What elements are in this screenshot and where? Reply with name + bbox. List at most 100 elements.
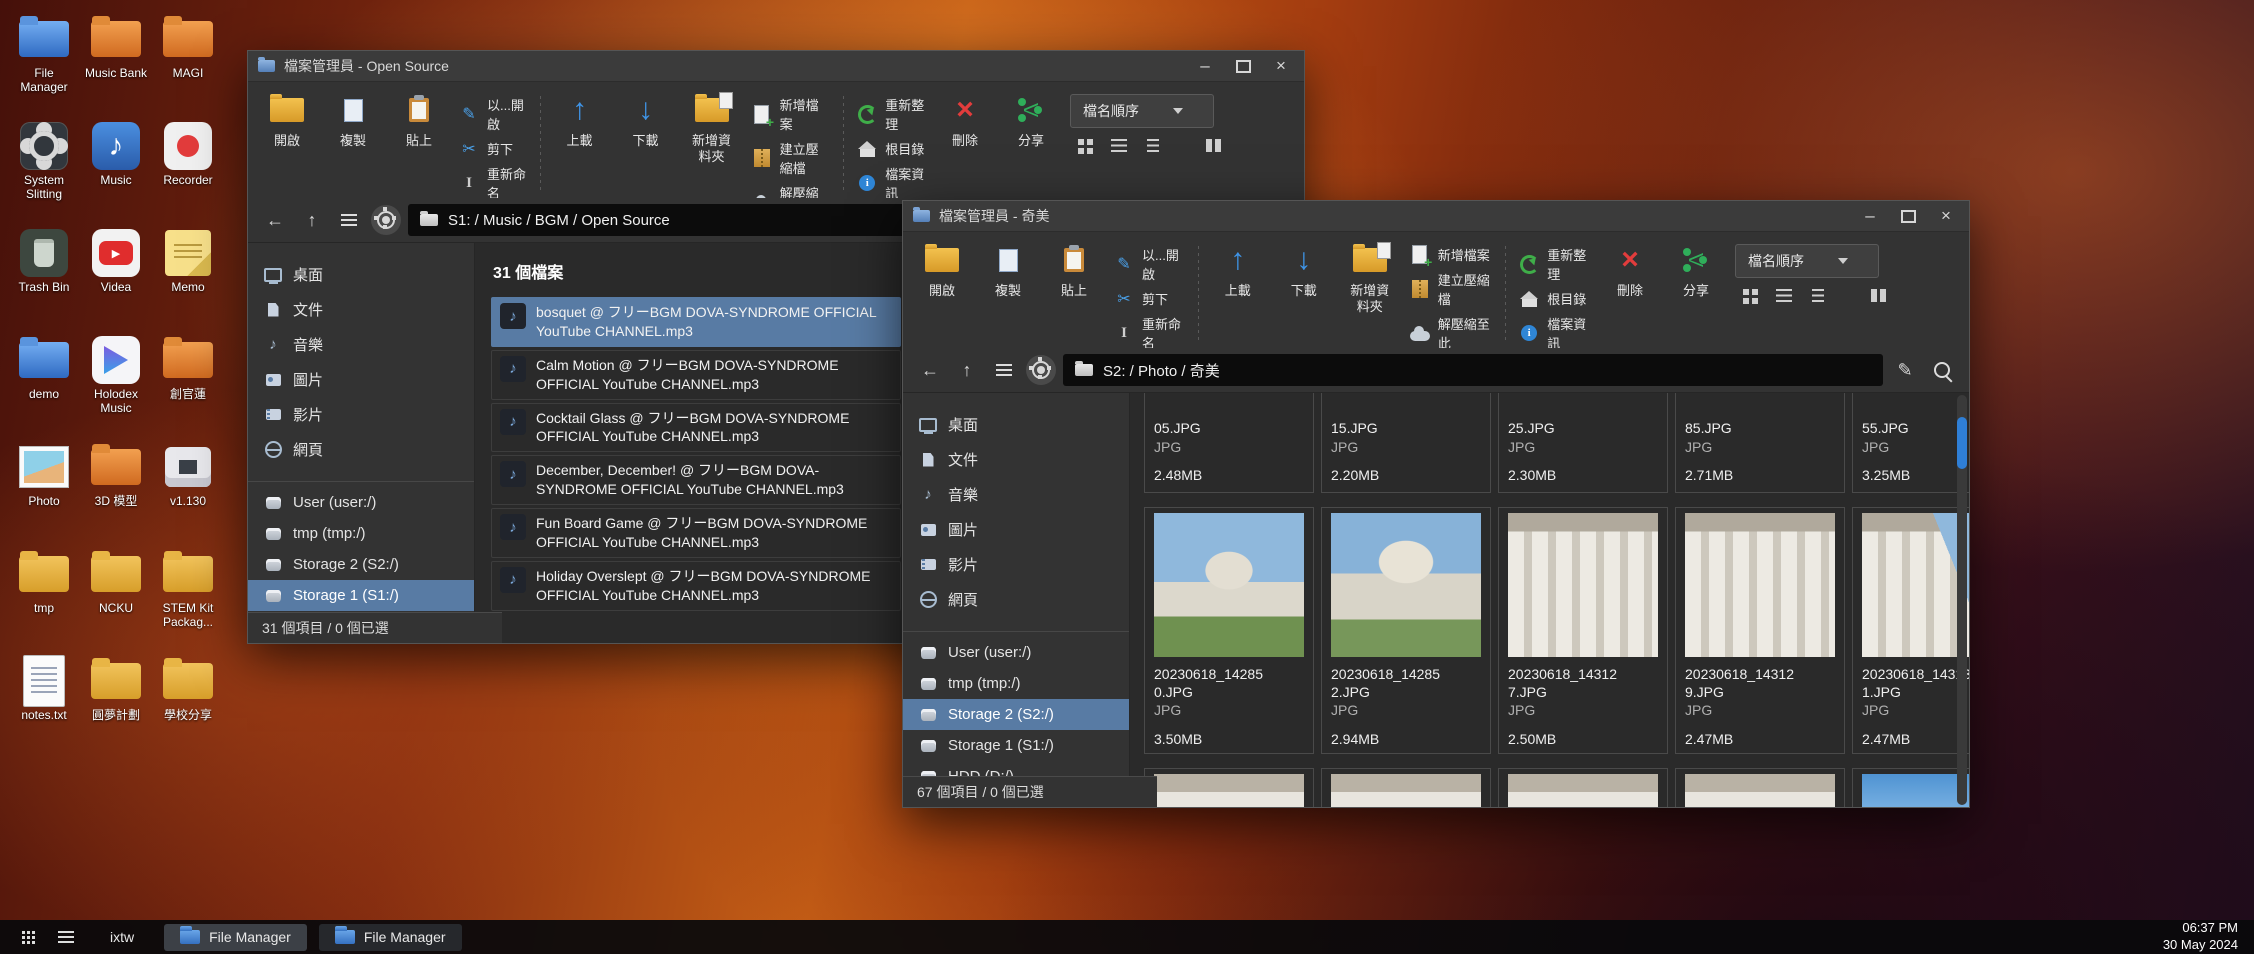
desktop-icon[interactable]: 圓夢計劃 <box>80 654 152 761</box>
cut-button[interactable]: ✂ 剪下 <box>1113 289 1186 308</box>
desktop-icon[interactable]: Music <box>80 119 152 226</box>
sidebar-item[interactable]: User (user:/) <box>248 481 474 518</box>
up-button[interactable]: ↑ <box>952 355 982 385</box>
create-archive-button[interactable]: 建立壓縮檔 <box>751 139 832 177</box>
minimize-button[interactable]: – <box>1186 53 1224 79</box>
scrollbar[interactable] <box>1957 395 1967 805</box>
file-row[interactable]: December, December! @ フリーBGM DOVA-SYNDRO… <box>491 455 901 505</box>
close-button[interactable]: × <box>1262 53 1300 79</box>
create-archive-button[interactable]: 建立壓縮檔 <box>1409 270 1494 308</box>
file-row[interactable]: Holiday Overslept @ フリーBGM DOVA-SYNDROME… <box>491 561 901 611</box>
clock[interactable]: 06:37 PM 30 May 2024 <box>2163 920 2242 954</box>
open-with-button[interactable]: ✎ 以...開啟 <box>1113 245 1186 283</box>
file-row[interactable]: Fun Board Game @ フリーBGM DOVA-SYNDROME OF… <box>491 508 901 558</box>
desktop-icon[interactable]: STEM Kit Packag... <box>152 547 224 654</box>
photo-item-partial[interactable]: 85.JPG JPG 2.71MB <box>1675 393 1845 493</box>
sort-order-dropdown[interactable]: 檔名順序 <box>1070 94 1214 128</box>
sidebar-item[interactable]: 影片 <box>248 397 474 432</box>
sidebar-item[interactable]: Storage 1 (S1:/) <box>903 730 1129 761</box>
photo-item-partial[interactable] <box>1321 768 1491 807</box>
new-folder-button[interactable]: 新增資料夾 <box>685 90 739 166</box>
share-button[interactable]: 分享 <box>1004 90 1058 149</box>
desktop-icon[interactable]: tmp <box>8 547 80 654</box>
view-columns-button[interactable] <box>1204 138 1222 153</box>
desktop-icon[interactable]: 3D 模型 <box>80 440 152 547</box>
desktop-icon[interactable]: Photo <box>8 440 80 547</box>
up-button[interactable]: ↑ <box>297 205 327 235</box>
paste-button[interactable]: 貼上 <box>1047 240 1101 299</box>
view-compact-button[interactable] <box>1809 288 1827 303</box>
open-button[interactable]: 開啟 <box>915 240 969 299</box>
sidebar-item[interactable]: 網頁 <box>903 582 1129 617</box>
sort-order-dropdown[interactable]: 檔名順序 <box>1735 244 1879 278</box>
desktop-icon[interactable]: notes.txt <box>8 654 80 761</box>
root-button[interactable]: 根目錄 <box>1518 289 1591 308</box>
file-info-button[interactable]: 檔案資訊 <box>1518 314 1591 348</box>
desktop-icon[interactable]: Memo <box>152 226 224 333</box>
back-button[interactable]: ← <box>260 205 290 235</box>
desktop-icon[interactable]: Videa <box>80 226 152 333</box>
sidebar-item[interactable]: 網頁 <box>248 432 474 467</box>
cut-button[interactable]: ✂ 剪下 <box>458 139 528 158</box>
sidebar-item[interactable]: 桌面 <box>903 407 1129 442</box>
download-button[interactable]: ↓ 下載 <box>619 90 673 149</box>
rename-button[interactable]: I 重新命名 <box>1113 314 1186 348</box>
desktop-icon[interactable]: 創官蓮 <box>152 333 224 440</box>
view-columns-button[interactable] <box>1869 288 1887 303</box>
refresh-button[interactable]: 重新整理 <box>1518 245 1591 283</box>
file-row[interactable]: Cocktail Glass @ フリーBGM DOVA-SYNDROME OF… <box>491 403 901 453</box>
sidebar-item[interactable]: 圖片 <box>248 362 474 397</box>
close-button[interactable]: × <box>1927 203 1965 229</box>
copy-button[interactable]: 複製 <box>981 240 1035 299</box>
open-button[interactable]: 開啟 <box>260 90 314 149</box>
sidebar-item[interactable]: 文件 <box>903 442 1129 477</box>
titlebar[interactable]: 檔案管理員 - Open Source – × <box>248 51 1304 82</box>
sidebar-item[interactable]: 桌面 <box>248 257 474 292</box>
desktop-icon[interactable]: demo <box>8 333 80 440</box>
photo-item-partial[interactable]: 05.JPG JPG 2.48MB <box>1144 393 1314 493</box>
photo-item-partial[interactable] <box>1498 768 1668 807</box>
upload-button[interactable]: ↑ 上載 <box>553 90 607 149</box>
rename-button[interactable]: I 重新命名 <box>458 164 528 198</box>
photo-item[interactable]: 20230618_14312 7.JPG JPG 2.50MB <box>1498 507 1668 754</box>
desktop-icon[interactable]: Trash Bin <box>8 226 80 333</box>
file-info-button[interactable]: 檔案資訊 <box>856 164 926 198</box>
file-row[interactable]: bosquet @ フリーBGM DOVA-SYNDROME OFFICIAL … <box>491 297 901 347</box>
photo-item[interactable]: 20230618_14312 9.JPG JPG 2.47MB <box>1675 507 1845 754</box>
titlebar[interactable]: 檔案管理員 - 奇美 – × <box>903 201 1969 232</box>
desktop-icon[interactable]: MAGI <box>152 12 224 119</box>
view-list-button[interactable] <box>1775 288 1793 303</box>
new-file-button[interactable]: 新增檔案 <box>1409 245 1494 264</box>
view-compact-button[interactable] <box>1144 138 1162 153</box>
settings-button[interactable] <box>1026 355 1056 385</box>
download-button[interactable]: ↓ 下載 <box>1277 240 1331 299</box>
sidebar-item[interactable]: tmp (tmp:/) <box>248 518 474 549</box>
scrollbar-thumb[interactable] <box>1957 417 1967 469</box>
open-with-button[interactable]: ✎ 以...開啟 <box>458 95 528 133</box>
photo-item-partial[interactable] <box>1675 768 1845 807</box>
path-input[interactable]: S2: / Photo / 奇美 <box>1063 354 1883 386</box>
app-launcher-button[interactable] <box>12 923 44 951</box>
sidebar-item[interactable]: 音樂 <box>248 327 474 362</box>
menu-button[interactable] <box>989 355 1019 385</box>
view-grid-button[interactable] <box>1741 288 1759 303</box>
delete-button[interactable]: × 刪除 <box>938 90 992 149</box>
desktop-icon[interactable]: Music Bank <box>80 12 152 119</box>
desktop-icon[interactable]: 學校分享 <box>152 654 224 761</box>
refresh-button[interactable]: 重新整理 <box>856 95 926 133</box>
root-button[interactable]: 根目錄 <box>856 139 926 158</box>
sidebar-item[interactable]: User (user:/) <box>903 631 1129 668</box>
photo-item-partial[interactable]: 15.JPG JPG 2.20MB <box>1321 393 1491 493</box>
taskbar-window-button[interactable]: File Manager <box>319 924 462 951</box>
photo-item-partial[interactable]: 25.JPG JPG 2.30MB <box>1498 393 1668 493</box>
delete-button[interactable]: × 刪除 <box>1603 240 1657 299</box>
maximize-button[interactable] <box>1889 203 1927 229</box>
photo-item-partial[interactable] <box>1144 768 1314 807</box>
sidebar-item[interactable]: Storage 1 (S1:/) <box>248 580 474 611</box>
search-button[interactable] <box>1927 355 1957 385</box>
task-menu-button[interactable] <box>50 923 82 951</box>
view-grid-button[interactable] <box>1076 138 1094 153</box>
copy-button[interactable]: 複製 <box>326 90 380 149</box>
taskbar-window-button[interactable]: File Manager <box>164 924 307 951</box>
desktop-icon[interactable]: File Manager <box>8 12 80 119</box>
